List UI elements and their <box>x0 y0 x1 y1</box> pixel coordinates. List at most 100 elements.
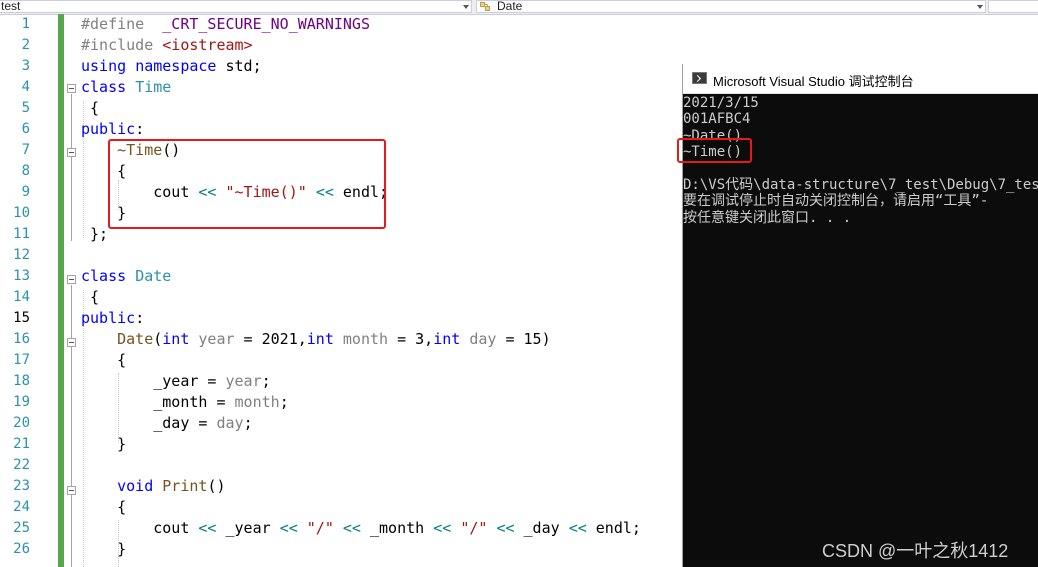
code-token: int <box>162 330 190 348</box>
code-line[interactable]: #include <iostream> <box>81 35 253 56</box>
line-number: 17 <box>13 352 30 368</box>
line-number: 16 <box>13 331 30 347</box>
code-line[interactable]: { <box>81 497 126 518</box>
code-line[interactable]: } <box>81 434 126 455</box>
code-line[interactable]: using namespace std; <box>81 56 262 77</box>
line-number: 15 <box>13 310 30 326</box>
code-line[interactable]: { <box>81 350 126 371</box>
change-tracking-bar <box>58 14 64 567</box>
code-line[interactable]: class Date <box>81 266 171 287</box>
line-number: 6 <box>21 121 30 137</box>
code-token: "/" <box>460 519 488 537</box>
code-token: = 2021, <box>234 330 307 348</box>
line-number: 5 <box>21 100 30 116</box>
code-line[interactable]: public: <box>81 119 144 140</box>
code-line[interactable]: _month = month; <box>81 392 289 413</box>
console-output-line: 001AFBC4 <box>683 111 751 128</box>
code-token: public <box>81 309 136 327</box>
code-token: using <box>81 57 127 75</box>
code-token: year <box>198 330 235 348</box>
code-token: cout <box>81 519 199 537</box>
code-line[interactable]: { <box>81 98 99 119</box>
code-line[interactable]: #define _CRT_SECURE_NO_WARNINGS <box>81 14 370 35</box>
code-token: namespace <box>135 57 217 75</box>
code-token: day <box>469 330 497 348</box>
console-output-line: 2021/3/15 <box>683 95 759 111</box>
code-token: endl; <box>586 519 641 537</box>
code-token: _year <box>216 519 280 537</box>
code-token: _day <box>514 519 569 537</box>
chevron-down-icon <box>463 5 469 9</box>
console-output-line: D:\VS代码\data-structure\7_test\Debug\7_te… <box>683 177 1038 193</box>
line-number: 10 <box>13 205 30 221</box>
scope-dropdown[interactable]: Date <box>476 0 986 13</box>
console-title-bar[interactable]: Microsoft Visual Studio 调试控制台 <box>683 64 1038 94</box>
code-line[interactable]: public: <box>81 308 144 329</box>
line-number: 20 <box>13 415 30 431</box>
code-line[interactable]: Date(int year = 2021,int month = 3,int d… <box>81 329 551 350</box>
scope-dropdown-label: Date <box>497 0 523 13</box>
code-token: Print <box>162 477 208 495</box>
console-output-line: 要在调试停止时自动关闭控制台，请启用“工具”- <box>683 193 989 210</box>
chevron-down-icon <box>977 5 983 9</box>
code-token: int <box>306 330 334 348</box>
code-token: : <box>135 309 145 327</box>
collapse-class-date-icon[interactable] <box>67 275 76 284</box>
debug-console-window[interactable]: Microsoft Visual Studio 调试控制台 2021/3/15 0… <box>677 64 1038 567</box>
project-dropdown-label: test <box>1 0 21 13</box>
line-number: 9 <box>21 184 30 200</box>
outline-line <box>71 285 72 567</box>
code-token: _day = <box>81 414 217 432</box>
line-number: 26 <box>13 541 30 557</box>
code-token: { <box>81 498 127 516</box>
member-dropdown[interactable] <box>988 0 1038 13</box>
class-icon <box>480 2 490 11</box>
code-token: _year = <box>81 372 226 390</box>
code-token: month <box>234 393 280 411</box>
code-token: } <box>81 540 127 558</box>
code-line[interactable]: _day = day; <box>81 413 252 434</box>
collapse-print-icon[interactable] <box>67 486 76 495</box>
watermark: CSDN @一叶之秋1412 <box>822 541 1009 561</box>
code-line[interactable]: { <box>81 287 99 308</box>
collapse-destructor-icon[interactable] <box>67 148 76 157</box>
code-token: _month = <box>81 393 235 411</box>
code-token: class <box>81 267 127 285</box>
collapse-class-time-icon[interactable] <box>67 84 76 93</box>
line-number: 3 <box>21 58 30 74</box>
code-token: public <box>81 120 136 138</box>
code-line[interactable]: } <box>81 539 126 560</box>
project-dropdown[interactable]: test <box>0 0 472 13</box>
outline-line <box>71 94 72 241</box>
code-line[interactable]: class Time <box>81 77 171 98</box>
line-number: 2 <box>21 37 30 53</box>
line-number: 18 <box>13 373 30 389</box>
code-token: void <box>117 477 154 495</box>
code-token: }; <box>81 225 109 243</box>
code-line[interactable]: cout << _year << "/" << _month << "/" <<… <box>81 518 641 539</box>
line-number: 19 <box>13 394 30 410</box>
code-token: _month <box>360 519 434 537</box>
code-token: << <box>198 519 217 537</box>
code-token: ; <box>279 393 289 411</box>
line-number: 14 <box>13 289 30 305</box>
code-token: = 3, <box>388 330 434 348</box>
code-token: #include <box>81 36 163 54</box>
line-number: 4 <box>21 79 30 95</box>
code-line[interactable]: _year = year; <box>81 371 270 392</box>
line-number: 23 <box>13 478 30 494</box>
line-number: 1 <box>21 16 30 32</box>
code-line[interactable]: }; <box>81 224 108 245</box>
code-token: ( <box>153 330 163 348</box>
code-line[interactable]: void Print() <box>81 476 225 497</box>
code-token: _CRT_SECURE_NO_WARNINGS <box>153 15 370 33</box>
collapse-constructor-icon[interactable] <box>67 338 76 347</box>
